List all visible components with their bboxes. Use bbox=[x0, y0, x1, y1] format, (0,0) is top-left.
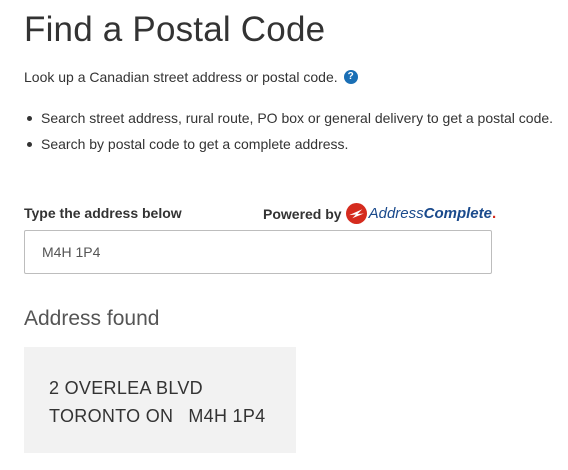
tip-item: Search street address, rural route, PO b… bbox=[24, 105, 553, 131]
search-tips-list: Search street address, rural route, PO b… bbox=[24, 105, 553, 157]
intro-label: Look up a Canadian street address or pos… bbox=[24, 69, 338, 85]
result-postal-code: M4H 1P4 bbox=[188, 406, 266, 426]
address-found-heading: Address found bbox=[24, 307, 160, 330]
brand-dot: . bbox=[491, 205, 497, 222]
intro-text: Look up a Canadian street address or pos… bbox=[24, 67, 358, 87]
brand-complete: Complete bbox=[423, 205, 492, 222]
powered-by-label: Powered by bbox=[263, 205, 342, 222]
question-circle-icon[interactable]: ? bbox=[343, 70, 358, 84]
address-field-label: Type the address below bbox=[24, 205, 182, 221]
tip-item: Search by postal code to get a complete … bbox=[24, 131, 553, 157]
address-search-input[interactable] bbox=[24, 230, 492, 274]
result-city-province: TORONTO ON bbox=[49, 406, 174, 426]
canada-post-logo-icon bbox=[345, 203, 367, 224]
brand-address: Address bbox=[368, 205, 424, 222]
page-title: Find a Postal Code bbox=[24, 10, 326, 49]
address-result-card[interactable]: 2 OVERLEA BLVD TORONTO ON M4H 1P4 bbox=[24, 347, 296, 453]
result-city-line: TORONTO ON M4H 1P4 bbox=[49, 402, 296, 430]
result-street: 2 OVERLEA BLVD bbox=[49, 378, 203, 398]
powered-by: Powered by Address Complete. bbox=[263, 203, 496, 224]
